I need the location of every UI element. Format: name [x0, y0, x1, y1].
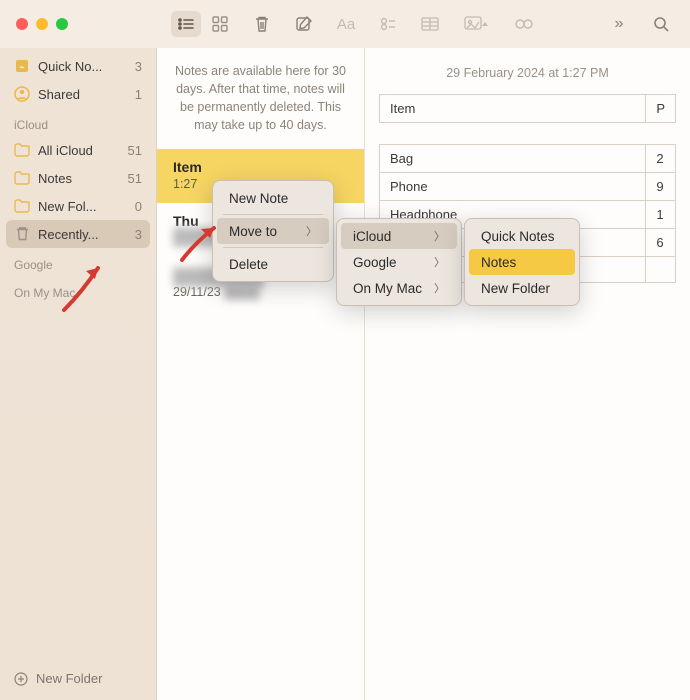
context-menu[interactable]: New Note Move to 〉 Delete [212, 180, 334, 282]
table-cell[interactable]: Phone [380, 173, 646, 201]
trash-icon [14, 226, 30, 242]
note-content: 29 February 2024 at 1:27 PM ItemPBag2Pho… [365, 48, 690, 700]
ctx-account-google[interactable]: Google 〉 [341, 249, 457, 275]
ctx-folder-quick-notes[interactable]: Quick Notes [469, 223, 575, 249]
table-cell[interactable]: P [646, 95, 676, 123]
menu-item-label: New Note [229, 191, 288, 206]
svg-text:⌁: ⌁ [19, 62, 24, 72]
table-spacer [380, 123, 676, 145]
list-view-button[interactable] [171, 11, 201, 37]
table-row[interactable]: Bag2 [380, 145, 676, 173]
chevron-right-icon: 〉 [434, 280, 445, 296]
note-date: 29 February 2024 at 1:27 PM [379, 58, 676, 94]
search-button[interactable] [646, 11, 676, 37]
note-title: Item [173, 159, 348, 175]
menu-item-label: Move to [229, 224, 277, 239]
deleted-info: Notes are available here for 30 days. Af… [157, 48, 364, 149]
menu-separator [223, 247, 323, 248]
sidebar: ⌁Quick No...3Shared1 iCloudAll iCloud51N… [0, 48, 156, 700]
more-button[interactable]: » [604, 11, 634, 37]
sidebar-item-label: All iCloud [38, 143, 93, 158]
sidebar-item-notes[interactable]: Notes 51 [6, 164, 150, 192]
fullscreen-window[interactable] [56, 18, 68, 30]
traffic-lights [0, 18, 68, 30]
table-cell[interactable]: 9 [646, 173, 676, 201]
sidebar-item-shared[interactable]: Shared 1 [6, 80, 150, 108]
sidebar-item-count: 3 [135, 59, 142, 74]
ctx-move-to[interactable]: Move to 〉 [217, 218, 329, 244]
checklist-button[interactable] [373, 11, 403, 37]
ctx-folder-notes[interactable]: Notes [469, 249, 575, 275]
note-date: 29/11/23 ████ [173, 285, 348, 299]
sidebar-section-header[interactable]: On My Mac [6, 276, 150, 304]
grid-view-button[interactable] [205, 11, 235, 37]
main-area: Aa » Notes are available here for 30 day… [156, 48, 690, 700]
sidebar-item-quick-no-[interactable]: ⌁ Quick No... 3 [6, 52, 150, 80]
quicknotes-icon: ⌁ [14, 58, 30, 74]
table-header-row[interactable]: ItemP [380, 95, 676, 123]
menu-item-label: Notes [481, 255, 516, 270]
chevron-right-icon: 〉 [434, 254, 445, 270]
plus-icon [14, 672, 28, 686]
ctx-folder-new-folder[interactable]: New Folder [469, 275, 575, 301]
table-cell[interactable]: 2 [646, 145, 676, 173]
table-row[interactable]: Phone9 [380, 173, 676, 201]
ctx-account-on-my-mac[interactable]: On My Mac 〉 [341, 275, 457, 301]
sidebar-item-label: Recently... [38, 227, 98, 242]
folder-icon [14, 198, 30, 214]
submenu-accounts[interactable]: iCloud 〉 Google 〉 On My Mac 〉 [336, 218, 462, 306]
new-folder-label: New Folder [36, 671, 102, 686]
chevron-right-icon: 〉 [434, 228, 445, 244]
sidebar-item-new-fol-[interactable]: New Fol... 0 [6, 192, 150, 220]
notes-list: Notes are available here for 30 days. Af… [157, 48, 365, 700]
sidebar-item-label: Notes [38, 171, 72, 186]
sidebar-item-label: New Fol... [38, 199, 97, 214]
sidebar-section-header[interactable]: iCloud [6, 108, 150, 136]
table-cell[interactable]: 6 [646, 229, 676, 257]
ctx-delete[interactable]: Delete [217, 251, 329, 277]
sidebar-item-count: 1 [135, 87, 142, 102]
menu-item-label: On My Mac [353, 281, 422, 296]
submenu-folders[interactable]: Quick Notes Notes New Folder [464, 218, 580, 306]
ctx-new-note[interactable]: New Note [217, 185, 329, 211]
toolbar: Aa » [157, 0, 690, 48]
close-window[interactable] [16, 18, 28, 30]
sidebar-item-recently-[interactable]: Recently... 3 [6, 220, 150, 248]
trash-button[interactable] [247, 11, 277, 37]
sidebar-section-header[interactable]: Google [6, 248, 150, 276]
menu-separator [223, 214, 323, 215]
menu-item-label: New Folder [481, 281, 550, 296]
menu-item-label: Google [353, 255, 397, 270]
sidebar-item-count: 51 [128, 171, 142, 186]
minimize-window[interactable] [36, 18, 48, 30]
menu-item-label: Quick Notes [481, 229, 555, 244]
menu-item-label: iCloud [353, 229, 391, 244]
sidebar-item-label: Shared [38, 87, 80, 102]
menu-item-label: Delete [229, 257, 268, 272]
link-button[interactable] [509, 11, 539, 37]
table-cell[interactable]: Bag [380, 145, 646, 173]
folder-icon [14, 142, 30, 158]
format-button[interactable]: Aa [331, 11, 361, 37]
sidebar-item-label: Quick No... [38, 59, 102, 74]
table-cell[interactable] [646, 257, 676, 283]
sidebar-item-count: 0 [135, 199, 142, 214]
table-cell[interactable]: Item [380, 95, 646, 123]
shared-icon [14, 86, 30, 102]
media-button[interactable] [457, 11, 497, 37]
sidebar-item-count: 3 [135, 227, 142, 242]
compose-button[interactable] [289, 11, 319, 37]
sidebar-item-count: 51 [128, 143, 142, 158]
new-folder-button[interactable]: New Folder [6, 661, 150, 696]
table-button[interactable] [415, 11, 445, 37]
folder-icon [14, 170, 30, 186]
table-cell[interactable]: 1 [646, 201, 676, 229]
chevron-right-icon: 〉 [306, 223, 317, 239]
ctx-account-icloud[interactable]: iCloud 〉 [341, 223, 457, 249]
sidebar-item-all-icloud[interactable]: All iCloud 51 [6, 136, 150, 164]
